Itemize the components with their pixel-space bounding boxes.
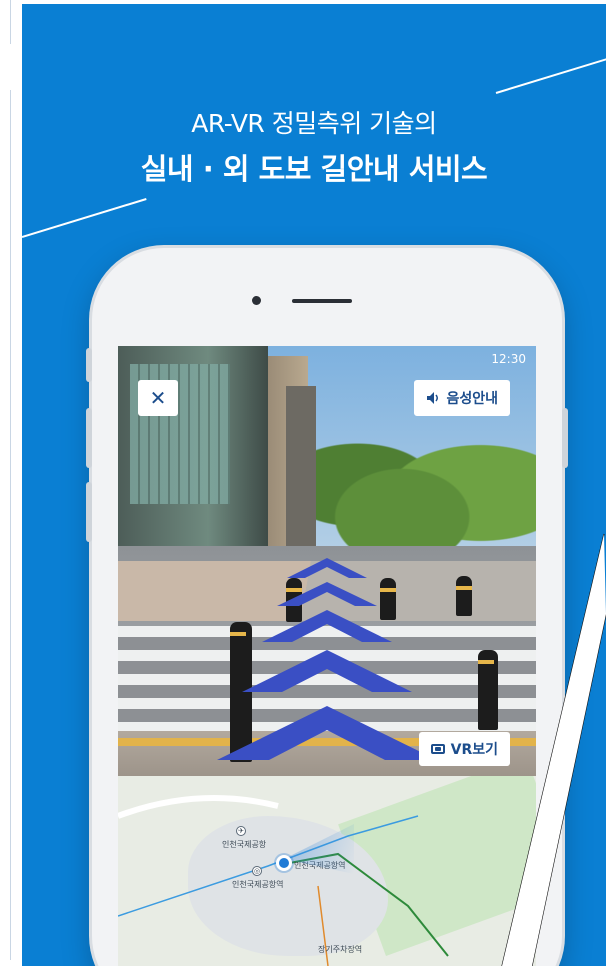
callout-pointer [501, 533, 606, 966]
left-margin [0, 0, 22, 966]
divider [10, 0, 11, 44]
divider [10, 90, 11, 960]
promo-banner: AR-VR 정밀측위 기술의 실내 · 외 도보 길안내 서비스 12:30 ✕… [22, 4, 606, 966]
